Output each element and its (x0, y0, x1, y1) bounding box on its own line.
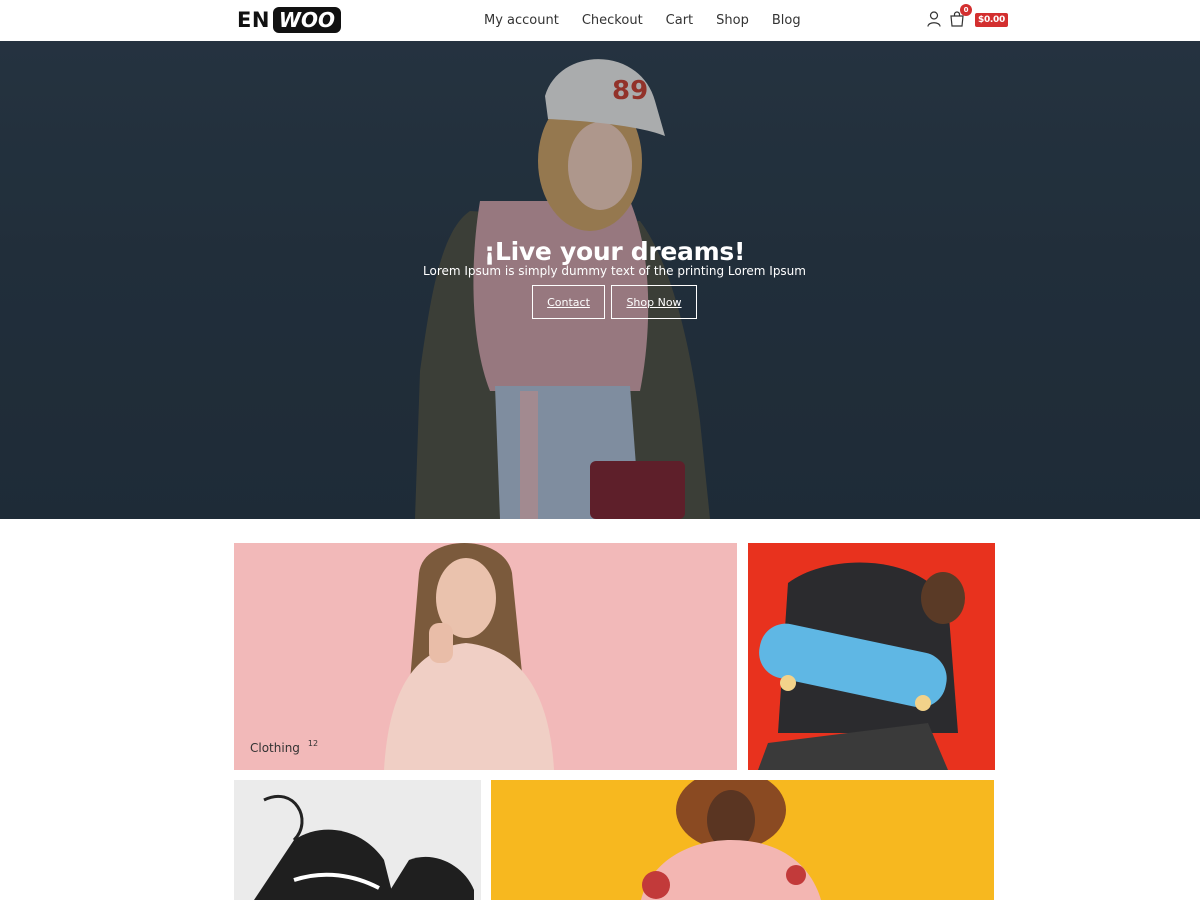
nav-cart[interactable]: Cart (666, 12, 694, 30)
nav-blog[interactable]: Blog (772, 12, 801, 30)
cart-count-badge: 0 (960, 4, 972, 16)
fashion-model-image (641, 780, 821, 900)
user-icon[interactable] (927, 11, 941, 27)
sneakers-image (254, 794, 474, 900)
category-clothing-tile[interactable]: Clothing 12 (234, 543, 737, 770)
nav-shop[interactable]: Shop (716, 12, 749, 30)
contact-button[interactable]: Contact (532, 285, 605, 319)
site-header: EN WOO My account Checkout Cart Shop Blo… (0, 0, 1200, 41)
shop-now-button[interactable]: Shop Now (611, 285, 697, 319)
category-skate-tile[interactable] (748, 543, 995, 770)
category-count: 12 (307, 739, 319, 748)
logo-part-en: EN (237, 8, 270, 32)
logo-part-woo: WOO (272, 7, 341, 33)
hero-subtitle: Lorem Ipsum is simply dummy text of the … (423, 264, 806, 278)
category-label: Clothing 12 (250, 739, 319, 755)
site-logo[interactable]: EN WOO (237, 7, 341, 33)
category-shoes-tile[interactable] (234, 780, 481, 900)
hero-title: ¡Live your dreams! (483, 237, 746, 266)
cart-total-badge[interactable]: $0.00 (975, 13, 1008, 27)
skateboarder-image (758, 562, 965, 770)
category-fashion-tile[interactable] (491, 780, 994, 900)
clothing-model-image (384, 543, 554, 770)
main-nav: My account Checkout Cart Shop Blog (484, 12, 824, 30)
nav-my-account[interactable]: My account (484, 12, 559, 30)
nav-checkout[interactable]: Checkout (582, 12, 643, 30)
category-name: Clothing (250, 741, 300, 755)
hero-overlay (0, 41, 1200, 519)
hero-banner: 89 ¡Live your dreams! Lorem Ipsum is sim… (0, 41, 1200, 519)
